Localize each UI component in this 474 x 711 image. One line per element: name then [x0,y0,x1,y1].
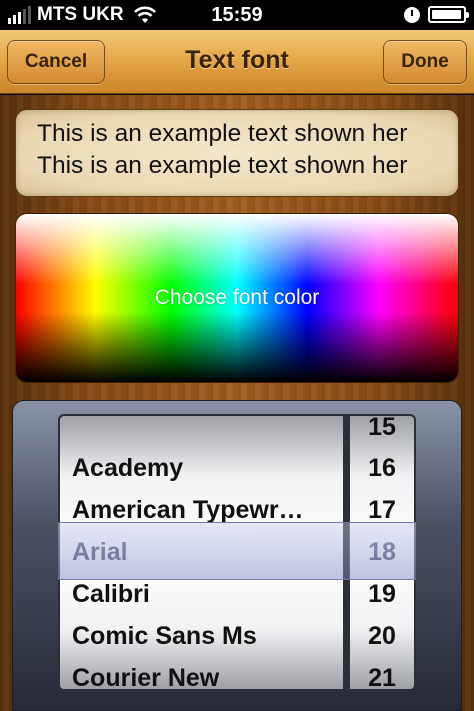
example-text-line: This is an example text shown her [37,152,408,179]
size-option-selected[interactable]: 18 [350,531,414,573]
size-option[interactable]: 21 [350,657,414,689]
done-button[interactable]: Done [383,40,467,84]
font-option[interactable]: Academy [60,447,343,489]
example-text-preview: This is an example text shown her This i… [15,109,459,197]
size-option[interactable]: 19 [350,573,414,615]
size-option[interactable]: 15 [350,416,414,448]
font-size-wheel[interactable]: 15 16 17 18 19 20 21 [344,414,416,691]
alarm-clock-icon [404,6,420,23]
font-option[interactable]: Calibri [60,573,343,615]
font-option-selected[interactable]: Arial [60,531,343,573]
battery-icon [428,6,469,23]
navigation-bar: Cancel Text font Done [0,30,474,94]
font-color-spectrum[interactable]: Choose font color [15,213,459,383]
font-option[interactable]: Comic Sans Ms [60,615,343,657]
font-option[interactable]: American Typewr… [60,489,343,531]
size-option[interactable]: 20 [350,615,414,657]
font-family-wheel[interactable]: Academy American Typewr… Arial Calibri C… [58,414,345,691]
size-option[interactable]: 17 [350,489,414,531]
example-text-line: This is an example text shown her [37,120,408,147]
status-bar: MTS UKR 15:59 [0,0,474,30]
status-time: 15:59 [211,4,263,26]
color-picker-label: Choose font color [154,286,320,309]
size-option[interactable]: 16 [350,447,414,489]
font-option[interactable]: Courier New [60,657,343,689]
